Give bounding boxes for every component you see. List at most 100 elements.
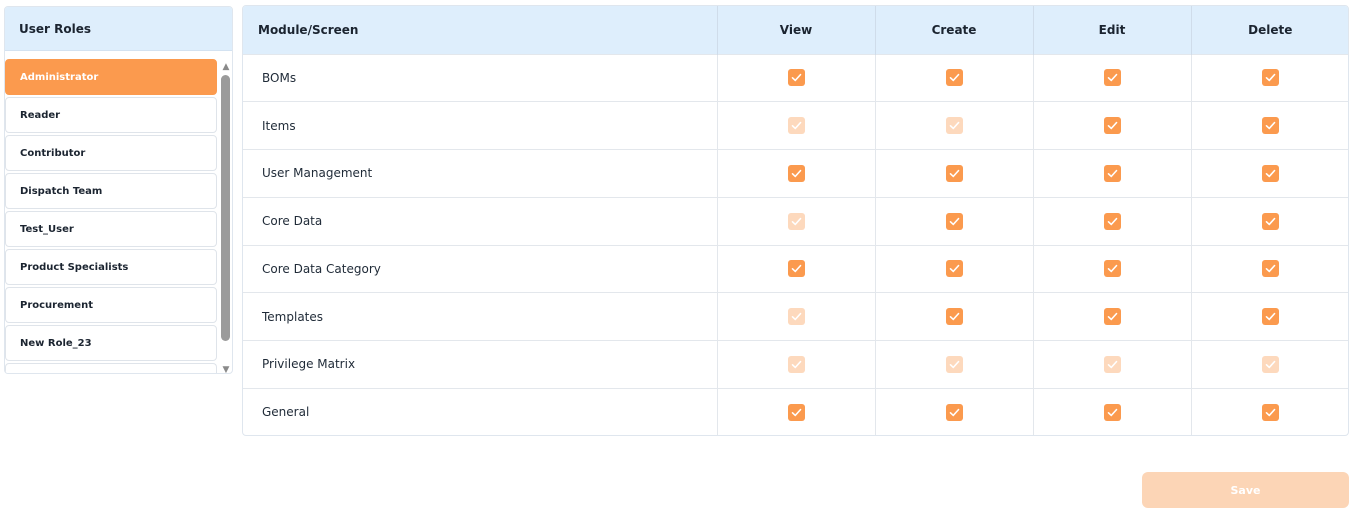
cell-edit	[1033, 101, 1192, 150]
module-name: Items	[243, 101, 718, 150]
module-name: Templates	[243, 292, 718, 341]
table-row: Privilege Matrix	[243, 340, 1348, 389]
privilege-matrix-table: Module/Screen View Create Edit Delete BO…	[242, 5, 1349, 436]
checkmark-icon	[949, 408, 959, 417]
checkmark-icon	[791, 408, 801, 417]
header-create: Create	[875, 6, 1034, 54]
role-item-6[interactable]: Procurement	[5, 287, 217, 323]
checkmark-icon	[791, 360, 801, 369]
edit-checkbox[interactable]	[1103, 117, 1121, 135]
checkmark-icon	[1107, 217, 1117, 225]
delete-checkbox[interactable]	[1261, 308, 1279, 326]
checkmark-icon	[949, 360, 959, 369]
view-checkbox	[787, 308, 805, 326]
create-checkbox[interactable]	[945, 212, 963, 230]
checkmark-icon	[949, 265, 959, 273]
cell-delete	[1191, 341, 1348, 389]
edit-checkbox	[1103, 355, 1121, 373]
module-name: User Management	[243, 149, 718, 198]
cell-view	[717, 245, 876, 293]
delete-checkbox[interactable]	[1261, 69, 1279, 87]
view-checkbox[interactable]	[787, 164, 805, 182]
delete-checkbox[interactable]	[1261, 164, 1279, 182]
delete-checkbox[interactable]	[1261, 117, 1279, 135]
cell-delete	[1191, 293, 1348, 341]
scroll-down-icon[interactable]: ▼	[221, 365, 231, 373]
view-checkbox[interactable]	[787, 69, 805, 87]
checkmark-icon	[791, 265, 801, 273]
role-item-4[interactable]: Test_User	[5, 211, 217, 247]
module-name: BOMs	[243, 54, 718, 102]
cell-edit	[1033, 197, 1192, 245]
view-checkbox[interactable]	[787, 403, 805, 421]
checkmark-icon	[1107, 169, 1117, 178]
role-item-0[interactable]: Administrator	[5, 59, 217, 95]
cell-create	[875, 54, 1034, 102]
view-checkbox[interactable]	[787, 260, 805, 278]
checkmark-icon	[949, 169, 959, 178]
edit-checkbox[interactable]	[1103, 212, 1121, 230]
cell-create	[875, 388, 1034, 435]
role-item-partial[interactable]	[5, 363, 217, 373]
delete-checkbox[interactable]	[1261, 403, 1279, 421]
view-checkbox	[787, 355, 805, 373]
table-row: Items	[243, 101, 1348, 150]
role-item-1[interactable]: Reader	[5, 97, 217, 133]
checkmark-icon	[1107, 360, 1117, 369]
module-name: Privilege Matrix	[243, 340, 718, 389]
edit-checkbox[interactable]	[1103, 308, 1121, 326]
create-checkbox[interactable]	[945, 308, 963, 326]
cell-view	[717, 197, 876, 245]
save-button[interactable]: Save	[1142, 472, 1349, 508]
header-module: Module/Screen	[243, 6, 718, 54]
delete-checkbox[interactable]	[1261, 260, 1279, 278]
create-checkbox	[945, 355, 963, 373]
checkmark-icon	[791, 312, 801, 321]
cell-edit	[1033, 388, 1192, 435]
cell-edit	[1033, 340, 1192, 389]
cell-delete	[1191, 54, 1348, 102]
cell-view	[717, 292, 876, 341]
scroll-up-icon[interactable]: ▲	[221, 62, 231, 72]
roles-scrollbar[interactable]: ▲ ▼	[219, 59, 232, 373]
header-delete: Delete	[1248, 22, 1293, 37]
delete-checkbox[interactable]	[1261, 212, 1279, 230]
checkmark-icon	[1265, 408, 1276, 417]
role-item-3[interactable]: Dispatch Team	[5, 173, 217, 209]
role-item-5[interactable]: Product Specialists	[5, 249, 217, 285]
create-checkbox	[945, 117, 963, 135]
role-item-7[interactable]: New Role_23	[5, 325, 217, 361]
checkmark-icon	[791, 217, 801, 225]
table-body: BOMs Items User Management Core Data Core Da…	[243, 54, 1348, 435]
cell-delete	[1191, 245, 1348, 293]
cell-delete	[1191, 150, 1348, 198]
header-view: View	[717, 6, 876, 54]
cell-create	[875, 292, 1034, 341]
edit-checkbox[interactable]	[1103, 403, 1121, 421]
cell-create	[875, 101, 1034, 150]
role-item-2[interactable]: Contributor	[5, 135, 217, 171]
checkmark-icon	[949, 312, 959, 321]
checkmark-icon	[791, 121, 801, 130]
create-checkbox[interactable]	[945, 69, 963, 87]
cell-edit	[1033, 292, 1192, 341]
checkmark-icon	[1107, 74, 1117, 82]
create-checkbox[interactable]	[945, 164, 963, 182]
cell-create	[875, 340, 1034, 389]
edit-checkbox[interactable]	[1103, 164, 1121, 182]
checkmark-icon	[949, 121, 959, 130]
header-edit: Edit	[1033, 6, 1192, 54]
create-checkbox[interactable]	[945, 260, 963, 278]
create-checkbox[interactable]	[945, 403, 963, 421]
user-roles-header: User Roles	[5, 7, 232, 51]
edit-checkbox[interactable]	[1103, 260, 1121, 278]
checkmark-icon	[1265, 121, 1276, 130]
checkmark-icon	[949, 74, 959, 82]
checkmark-icon	[949, 217, 959, 225]
view-checkbox	[787, 117, 805, 135]
cell-view	[717, 388, 876, 435]
cell-delete	[1191, 102, 1348, 150]
scrollbar-thumb[interactable]	[221, 75, 230, 341]
edit-checkbox[interactable]	[1103, 69, 1121, 87]
cell-delete	[1191, 197, 1348, 245]
